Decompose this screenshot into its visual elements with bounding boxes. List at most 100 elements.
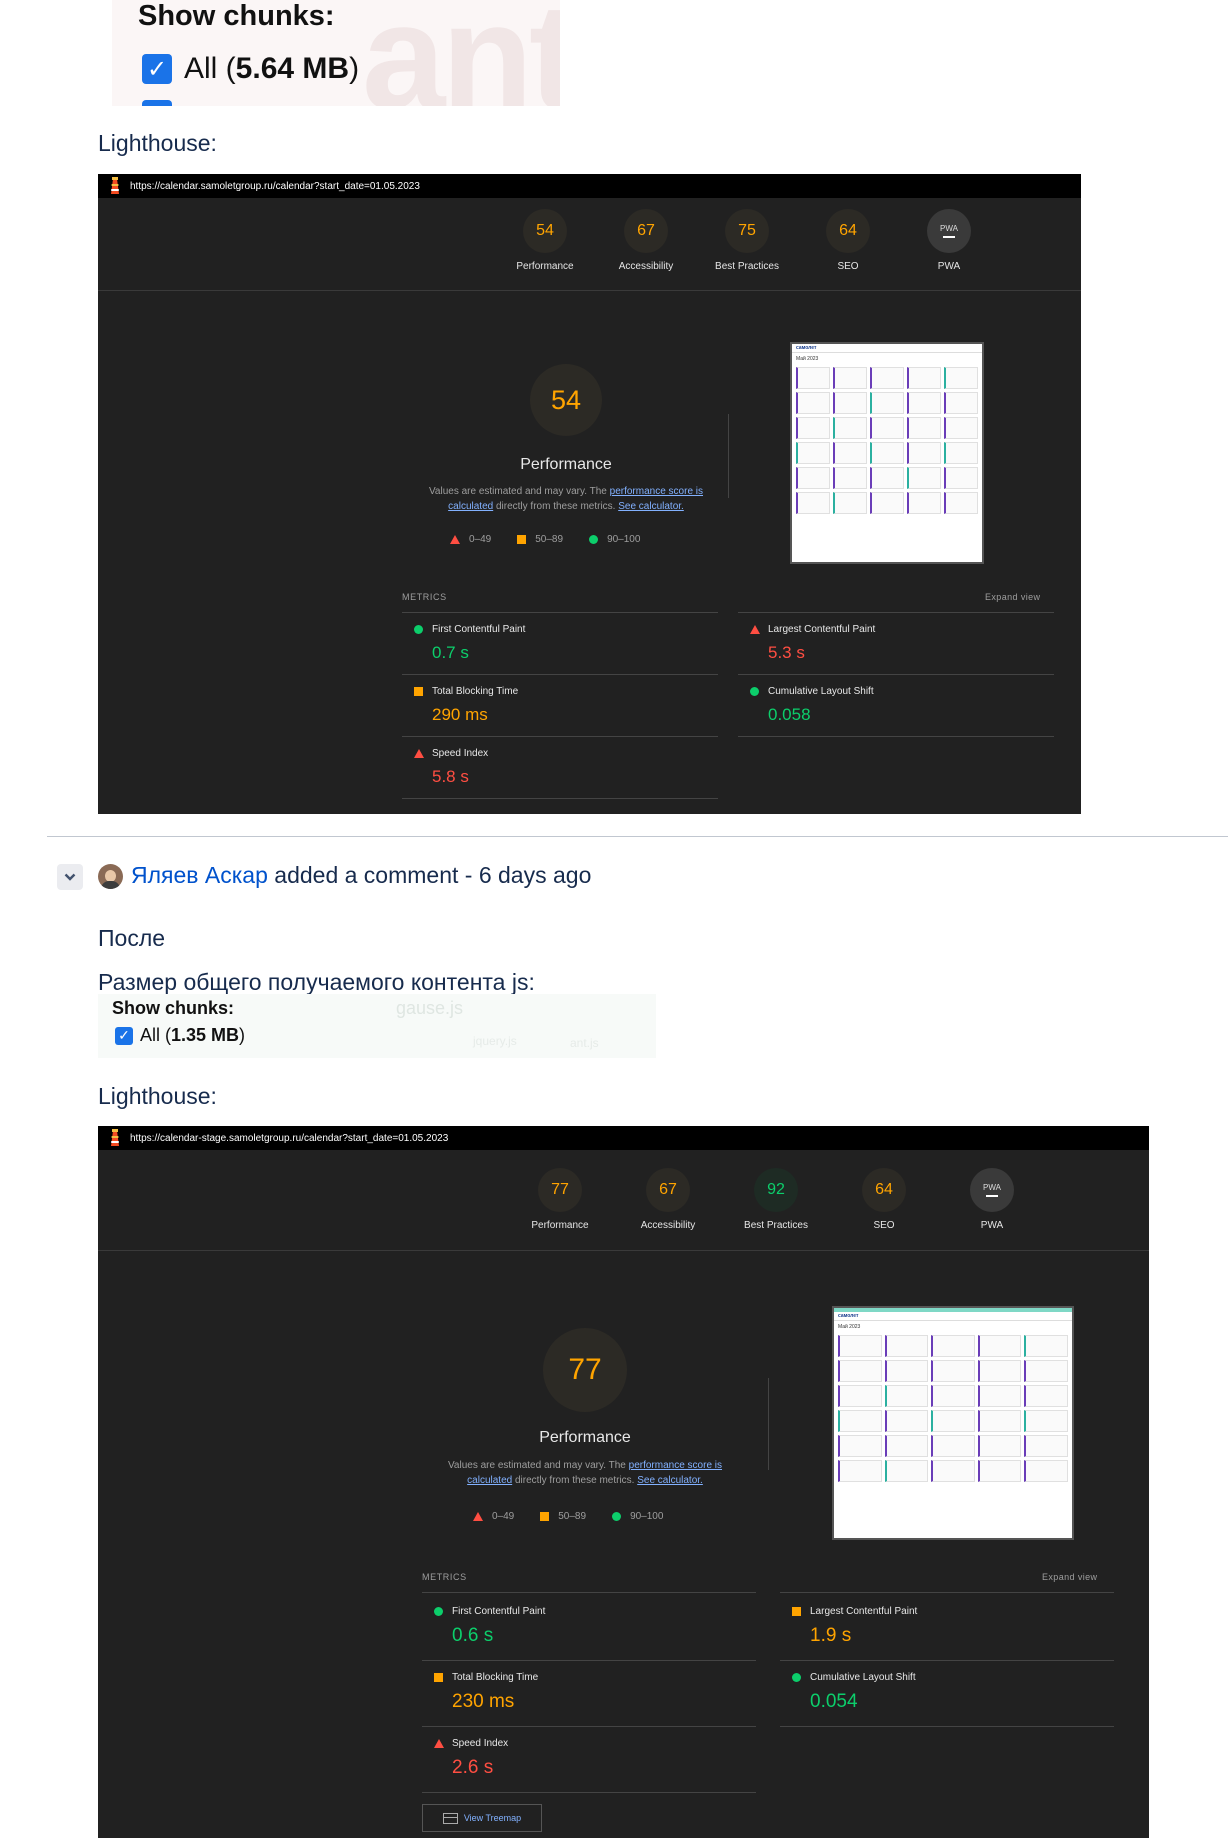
score-value: 75 (738, 222, 756, 239)
gauge-label: PWA (937, 261, 961, 272)
report-url: https://calendar.samoletgroup.ru/calenda… (130, 180, 420, 192)
metric-value: 5.3 s (768, 643, 805, 662)
chevron-down-icon (64, 873, 76, 881)
ghost-text: ant.js (570, 1036, 599, 1050)
metric-name: Total Blocking Time (432, 686, 519, 697)
divider (98, 290, 1081, 291)
see-calculator-link[interactable]: See calculator. (618, 501, 684, 512)
metric-divider (402, 798, 718, 799)
score-value: 54 (536, 222, 554, 239)
metric-name: Cumulative Layout Shift (810, 1672, 916, 1683)
metric-name: Speed Index (432, 748, 489, 759)
gauge-performance[interactable]: 54 Performance (500, 209, 590, 272)
gauge-seo[interactable]: 64 SEO (803, 209, 893, 272)
chunk-all-row[interactable]: ✓ All (1.35 MB) (115, 1025, 245, 1046)
score-ring: 75 (725, 209, 769, 253)
score-ring: 64 (826, 209, 870, 253)
gauge-label: Accessibility (618, 261, 674, 272)
pass-circle-icon (612, 1512, 622, 1521)
chunk-all-size: 1.35 MB (171, 1025, 240, 1045)
metric-value: 290 ms (432, 705, 488, 724)
metric-value: 0.7 s (432, 643, 469, 662)
thumb-logo: самолет (834, 1312, 1072, 1321)
chunk-all-prefix: All ( (140, 1025, 171, 1045)
score-ring: 64 (862, 1168, 906, 1212)
metric-name: First Contentful Paint (452, 1606, 546, 1617)
metric-largest-contentful-paint: Largest Contentful Paint 5.3 s (750, 624, 875, 663)
report-url-bar: https://calendar-stage.samoletgroup.ru/c… (98, 1126, 1149, 1150)
chunks-before-panel: ant Show chunks: ✓ All (5.64 MB) (112, 0, 560, 106)
thumb-calendar-grid (792, 365, 982, 516)
view-treemap-button[interactable]: View Treemap (422, 1804, 542, 1832)
metric-name: Largest Contentful Paint (768, 624, 876, 635)
gauge-best-practices[interactable]: 92 Best Practices (721, 1168, 831, 1231)
treemap-icon (442, 1812, 458, 1824)
collapse-comment-toggle[interactable] (57, 864, 83, 890)
legend-fail: 0–49 (473, 1511, 514, 1522)
metric-divider (738, 736, 1054, 737)
pwa-badge-icon: PWA (927, 209, 971, 253)
gauge-best-practices[interactable]: 75 Best Practices (697, 209, 797, 272)
score-ring: 77 (543, 1328, 627, 1412)
after-label: После (98, 925, 166, 951)
checkbox-partial-icon[interactable] (142, 100, 172, 106)
metric-value: 5.8 s (432, 767, 469, 786)
legend-pass: 90–100 (612, 1511, 663, 1522)
comment-action-text: added a comment - 6 days ago (267, 862, 592, 888)
thumb-title: Май 2023 (796, 356, 819, 362)
legend-fail: 0–49 (450, 534, 491, 545)
average-square-icon (540, 1512, 550, 1521)
gauge-label: SEO (873, 1220, 895, 1231)
metric-divider (738, 674, 1054, 675)
comment-divider (47, 836, 1228, 837)
checkbox-checked-icon[interactable]: ✓ (142, 54, 172, 84)
chunk-all-row[interactable]: ✓ All (5.64 MB) (142, 52, 359, 86)
metric-name: Total Blocking Time (452, 1672, 539, 1683)
final-screenshot-thumbnail[interactable]: самолет Май 2023 (790, 342, 984, 564)
comment-author-link[interactable]: Яляев Аскар (131, 862, 268, 888)
gauge-accessibility[interactable]: 67 Accessibility (618, 1168, 718, 1231)
thumb-calendar-grid (834, 1333, 1072, 1484)
gauge-pwa[interactable]: PWA PWA (904, 209, 994, 272)
gauge-performance[interactable]: 77 Performance (510, 1168, 610, 1231)
metric-divider (422, 1592, 756, 1593)
gauge-label: SEO (837, 261, 859, 272)
legend-average: 50–89 (540, 1511, 586, 1522)
score-ring: 67 (624, 209, 668, 253)
metric-divider (780, 1592, 1114, 1593)
gauge-label: Best Practices (715, 261, 779, 272)
comment-header: Яляев Аскар added a comment - 6 days ago (131, 862, 591, 889)
score-value: 64 (875, 1181, 893, 1198)
expand-view-button[interactable]: Expand view (1042, 1572, 1097, 1582)
gauge-label: PWA (980, 1220, 1004, 1231)
metric-divider (422, 1726, 756, 1727)
final-screenshot-thumbnail[interactable]: самолет Май 2023 (832, 1306, 1074, 1540)
metrics-header: METRICS (422, 1572, 467, 1582)
metric-total-blocking-time: Total Blocking Time 290 ms (414, 686, 518, 725)
gauge-seo[interactable]: 64 SEO (834, 1168, 934, 1231)
metric-divider (402, 736, 718, 737)
checkbox-checked-icon[interactable]: ✓ (115, 1026, 133, 1045)
thumb-title: Май 2023 (838, 1324, 861, 1330)
chunk-all-suffix: ) (239, 1025, 246, 1045)
gauge-accessibility[interactable]: 67 Accessibility (601, 209, 691, 272)
gauge-label: Performance (516, 261, 574, 272)
score-value: 77 (551, 1181, 569, 1198)
average-square-icon (517, 535, 527, 544)
metric-divider (402, 612, 718, 613)
gauge-pwa[interactable]: PWA PWA (942, 1168, 1042, 1231)
score-value: 67 (659, 1181, 677, 1198)
average-square-icon (434, 1673, 443, 1682)
lighthouse-report-after: https://calendar-stage.samoletgroup.ru/c… (98, 1126, 1149, 1838)
note-text: Values are estimated and may vary. The (428, 486, 610, 497)
metric-divider (738, 612, 1054, 613)
metric-name: Speed Index (452, 1738, 509, 1749)
see-calculator-link[interactable]: See calculator. (637, 1475, 703, 1486)
lighthouse-report-before: https://calendar.samoletgroup.ru/calenda… (98, 174, 1081, 814)
average-square-icon (792, 1607, 801, 1616)
performance-note: Values are estimated and may vary. The p… (411, 484, 721, 514)
metric-total-blocking-time: Total Blocking Time 230 ms (434, 1672, 538, 1713)
avatar[interactable] (98, 864, 123, 889)
expand-view-button[interactable]: Expand view (985, 592, 1040, 602)
legend-pass: 90–100 (589, 534, 640, 545)
